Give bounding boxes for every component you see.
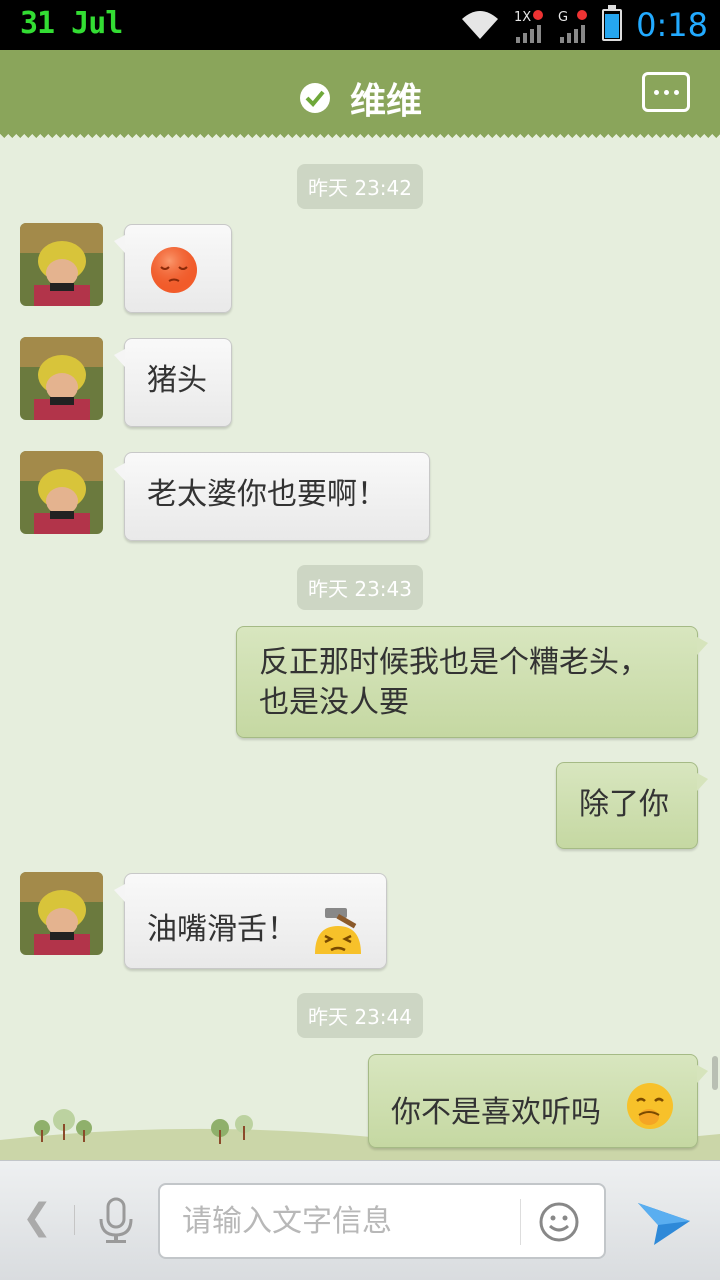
battery-icon	[602, 5, 623, 41]
message-input[interactable]	[182, 1199, 512, 1243]
chat-title: 维维	[349, 81, 422, 122]
status-icons: 1X G 0:18	[460, 4, 708, 46]
message-text: 老太婆你也要啊！	[147, 477, 387, 512]
timestamp: 昨天 23:42	[297, 164, 423, 209]
input-bar: ❮	[0, 1160, 720, 1280]
back-icon[interactable]: ❮	[22, 1197, 52, 1238]
verified-check-icon	[299, 83, 330, 113]
status-bar: 31 Jul 1X G 0:18	[0, 0, 720, 50]
menu-dot	[653, 89, 659, 95]
svg-text:G: G	[558, 10, 568, 25]
divider	[520, 1199, 521, 1245]
menu-dot	[673, 89, 679, 95]
avatar[interactable]	[20, 872, 103, 955]
battery-level	[605, 14, 620, 38]
status-time: 0:18	[636, 6, 708, 44]
avatar-image	[20, 337, 103, 420]
received-message[interactable]	[114, 224, 232, 313]
shy-laugh-emoji	[627, 1083, 673, 1129]
status-date: 31 Jul	[20, 6, 123, 41]
message-text: 油嘴滑舌！	[147, 912, 297, 947]
avatar-image	[20, 451, 103, 534]
avatar[interactable]	[20, 337, 103, 420]
more-menu-icon[interactable]	[642, 72, 690, 112]
message-text: 猪头	[147, 363, 207, 398]
received-message[interactable]: 猪头	[114, 338, 232, 427]
menu-dot	[663, 89, 669, 95]
avatar[interactable]	[20, 451, 103, 534]
divider	[74, 1205, 75, 1235]
title-group: 维维	[0, 72, 720, 124]
scrollbar[interactable]	[712, 1056, 718, 1090]
message-text: 你不是喜欢听吗	[391, 1095, 601, 1130]
signal-g-icon: G	[558, 10, 588, 43]
wifi-icon	[462, 11, 499, 39]
message-input-container	[158, 1183, 606, 1259]
mic-icon[interactable]	[96, 1197, 136, 1243]
avatar-image	[20, 223, 103, 306]
avatar-image	[20, 872, 103, 955]
sad-face-emoji	[151, 247, 197, 293]
message-text: 反正那时候我也是个糟老头，也是没人要	[259, 645, 649, 720]
chat-area[interactable]: 昨天 23:42 猪头 老太婆你也要啊！ 昨天 23:43 反正那时候我也是个糟…	[0, 134, 720, 1160]
svg-text:1X: 1X	[514, 10, 531, 25]
received-message[interactable]: 油嘴滑舌！	[114, 873, 387, 969]
sent-message[interactable]: 除了你	[556, 762, 708, 849]
message-text: 除了你	[579, 787, 669, 822]
smiley-icon[interactable]	[538, 1201, 580, 1243]
timestamp: 昨天 23:43	[297, 565, 423, 610]
received-message[interactable]: 老太婆你也要啊！	[114, 452, 430, 541]
title-bar: 维维	[0, 50, 720, 142]
timestamp: 昨天 23:44	[297, 993, 423, 1038]
send-icon[interactable]	[636, 1195, 692, 1247]
hammer-knock-emoji	[315, 908, 361, 954]
signal-1x-icon: 1X	[514, 10, 544, 43]
avatar[interactable]	[20, 223, 103, 306]
sent-message[interactable]: 反正那时候我也是个糟老头，也是没人要	[236, 626, 708, 738]
sent-message[interactable]: 你不是喜欢听吗	[368, 1054, 708, 1148]
